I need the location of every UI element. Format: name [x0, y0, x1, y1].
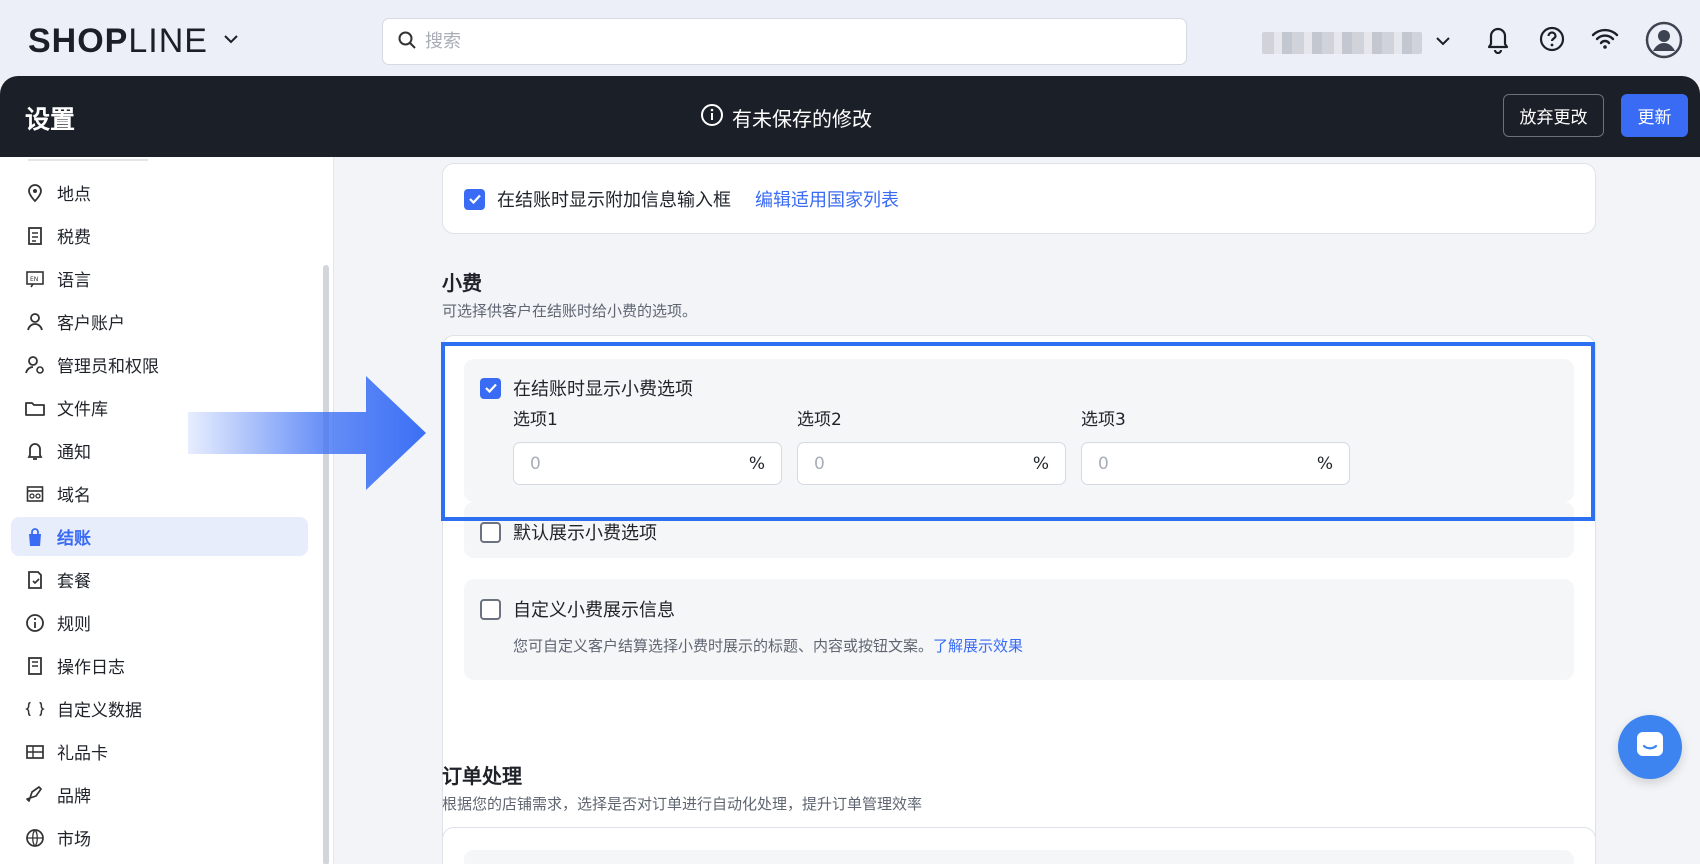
- top-bar: SHOP LINE: [0, 0, 1700, 82]
- sidebar-scrollbar[interactable]: [323, 265, 329, 864]
- sidebar-item-rules[interactable]: 规则: [11, 603, 308, 642]
- discard-changes-button[interactable]: 放弃更改: [1503, 94, 1604, 137]
- custom-info-label: 自定义小费展示信息: [513, 600, 675, 621]
- default-show-label: 默认展示小费选项: [513, 523, 657, 544]
- clipped-item: [28, 157, 148, 161]
- chevron-down-icon[interactable]: [222, 30, 240, 52]
- unsaved-status: 有未保存的修改: [700, 103, 872, 132]
- tips-title: 小费: [442, 271, 482, 295]
- shopline-logo[interactable]: SHOP LINE: [28, 22, 208, 61]
- chat-icon: [1634, 729, 1666, 765]
- order-processing-panel: [464, 850, 1574, 864]
- bag-icon: [25, 527, 45, 547]
- highlight-box: [441, 342, 1595, 521]
- order-processing-card: [442, 827, 1596, 864]
- extra-info-card: 在结账时显示附加信息输入框 编辑适用国家列表: [442, 163, 1596, 234]
- location-icon: [25, 183, 45, 203]
- wifi-icon[interactable]: [1590, 24, 1620, 58]
- search-input[interactable]: [425, 31, 1125, 52]
- info-icon: [700, 103, 724, 132]
- sidebar-item-checkout[interactable]: 结账: [11, 517, 308, 556]
- domain-icon: [25, 484, 45, 504]
- settings-header: 设置 有未保存的修改 放弃更改 更新: [0, 76, 1700, 157]
- folder-icon: [25, 398, 45, 418]
- plan-icon: [25, 570, 45, 590]
- bell-icon: [25, 441, 45, 461]
- brand-icon: [25, 785, 45, 805]
- sidebar-item-brand[interactable]: 品牌: [11, 775, 308, 814]
- update-button[interactable]: 更新: [1621, 94, 1688, 137]
- gift-card-icon: [25, 742, 45, 762]
- tips-desc: 可选择供客户在结账时给小费的选项。: [442, 302, 698, 320]
- custom-info-panel: 自定义小费展示信息 您可自定义客户结算选择小费时展示的标题、内容或按钮文案。了解…: [464, 579, 1574, 680]
- help-icon[interactable]: [1538, 24, 1566, 58]
- bell-icon[interactable]: [1485, 24, 1511, 58]
- svg-text:EN: EN: [30, 276, 38, 283]
- pointer-arrow: [188, 376, 426, 490]
- chat-button[interactable]: [1618, 715, 1682, 779]
- sidebar-item-language[interactable]: EN 语言: [11, 259, 308, 298]
- sidebar-item-plans[interactable]: 套餐: [11, 560, 308, 599]
- order-processing-title: 订单处理: [442, 764, 522, 788]
- info-icon: [25, 613, 45, 633]
- sidebar-item-activity-log[interactable]: 操作日志: [11, 646, 308, 685]
- settings-main: 在结账时显示附加信息输入框 编辑适用国家列表 小费 可选择供客户在结账时给小费的…: [335, 157, 1700, 864]
- chevron-down-icon[interactable]: [1434, 32, 1452, 54]
- custom-data-icon: [25, 699, 45, 719]
- search-bar[interactable]: [382, 18, 1187, 65]
- globe-icon: [25, 828, 45, 848]
- extra-info-checkbox[interactable]: [464, 188, 485, 210]
- sidebar-item-custom-data[interactable]: 自定义数据: [11, 689, 308, 728]
- page-title: 设置: [25, 105, 76, 134]
- log-icon: [25, 656, 45, 676]
- admin-icon: [25, 355, 45, 375]
- account-switcher[interactable]: [1262, 32, 1422, 54]
- sidebar-item-markets[interactable]: 市场: [11, 818, 308, 857]
- order-processing-desc: 根据您的店铺需求，选择是否对订单进行自动化处理，提升订单管理效率: [442, 795, 923, 813]
- avatar-icon[interactable]: [1645, 21, 1683, 63]
- custom-info-checkbox[interactable]: [480, 598, 501, 620]
- sidebar-item-gift-cards[interactable]: 礼品卡: [11, 732, 308, 771]
- sidebar-item-customer-accounts[interactable]: 客户账户: [11, 302, 308, 341]
- custom-info-desc: 您可自定义客户结算选择小费时展示的标题、内容或按钮文案。了解展示效果: [513, 637, 1024, 655]
- sidebar-item-location[interactable]: 地点: [11, 173, 308, 212]
- extra-info-label: 在结账时显示附加信息输入框: [497, 190, 731, 211]
- learn-display-effect-link[interactable]: 了解展示效果: [933, 637, 1023, 655]
- tax-icon: [25, 226, 45, 246]
- language-icon: EN: [25, 269, 45, 289]
- search-icon: [397, 30, 417, 54]
- sidebar-item-tax[interactable]: 税费: [11, 216, 308, 255]
- settings-sidebar: 地点 税费 EN 语言 客户账户 管理员和权限 文件库 通知 域名 结账 套餐 …: [0, 157, 334, 864]
- user-icon: [25, 312, 45, 332]
- edit-country-list-link[interactable]: 编辑适用国家列表: [755, 186, 899, 212]
- default-show-checkbox[interactable]: [480, 521, 501, 543]
